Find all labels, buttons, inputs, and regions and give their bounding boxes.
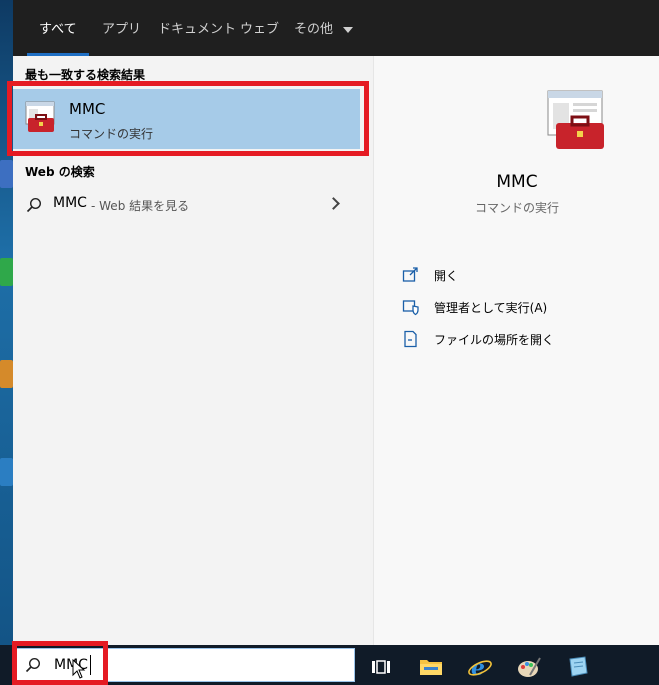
chevron-down-icon: [343, 26, 354, 33]
file-location-icon: [404, 330, 417, 348]
open-icon: [402, 267, 418, 282]
tab-web[interactable]: ウェブ: [240, 0, 279, 56]
start-search-panel: すべて アプリ ドキュメント ウェブ その他 最も一致する検索結果 MMC コマ…: [7, 0, 659, 645]
desktop-icon[interactable]: [0, 258, 13, 286]
detail-subtitle: コマンドの実行: [474, 201, 559, 215]
tab-apps[interactable]: アプリ: [102, 0, 141, 56]
chevron-right-icon: [327, 197, 340, 210]
open-file-location-label: ファイルの場所を開く: [434, 333, 555, 347]
run-as-admin-label: 管理者として実行(A): [434, 301, 548, 315]
shield-icon: [402, 300, 419, 316]
tab-more[interactable]: その他: [294, 0, 354, 56]
web-search-item[interactable]: MMC - Web 結果を見る: [13, 188, 360, 220]
open-action-label: 開く: [434, 269, 459, 283]
mmc-toolbox-large-icon: [547, 90, 604, 149]
search-icon: [26, 197, 42, 213]
file-explorer-icon[interactable]: [418, 655, 444, 679]
desktop-icon[interactable]: [0, 160, 13, 188]
highlight-box: [12, 641, 108, 685]
tab-documents[interactable]: ドキュメント: [158, 0, 236, 56]
web-search-heading: Web の検索: [25, 165, 95, 179]
notepad-icon[interactable]: [565, 655, 591, 679]
tab-more-label: その他: [294, 22, 334, 37]
highlight-box: [7, 81, 369, 156]
desktop-icon[interactable]: [0, 458, 13, 486]
detail-pane: MMC コマンドの実行 開く 管理者として実行(A) ファイルの場所を開く: [373, 56, 659, 645]
web-search-query: MMC: [53, 195, 87, 211]
task-view-icon[interactable]: [368, 655, 394, 679]
web-search-suffix: - Web 結果を見る: [91, 199, 190, 213]
tab-all[interactable]: すべて: [27, 0, 89, 56]
paint-icon[interactable]: [516, 655, 542, 679]
internet-explorer-icon[interactable]: e: [467, 655, 493, 679]
search-filter-tabs: すべて アプリ ドキュメント ウェブ その他: [13, 0, 659, 56]
detail-title: MMC: [496, 172, 538, 192]
results-pane: 最も一致する検索結果 MMC コマンドの実行 Web の検索 MMC - Web…: [7, 56, 373, 645]
desktop-icon[interactable]: [0, 360, 13, 388]
